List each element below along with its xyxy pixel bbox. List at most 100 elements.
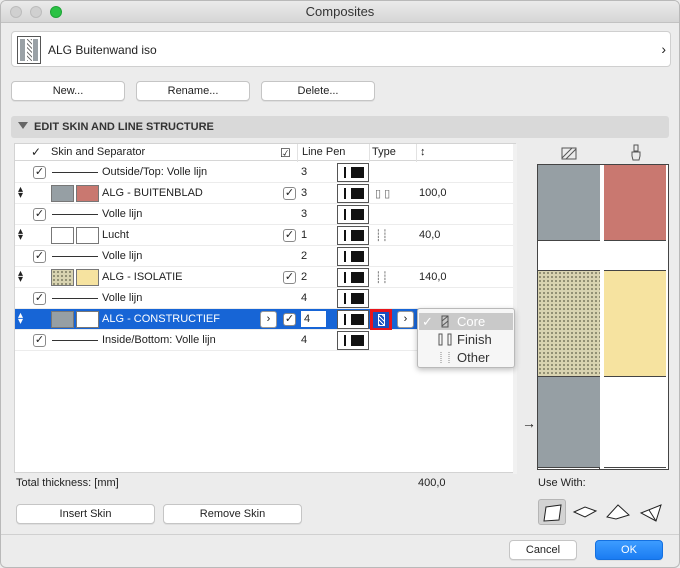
- line-pen-number[interactable]: 4: [301, 311, 327, 327]
- type-menu-button[interactable]: ›: [397, 311, 414, 328]
- fill-swatch[interactable]: [51, 311, 74, 328]
- skin-row[interactable]: ▴ ▾ ✓ 40,0 ┊┊ Lucht 1: [15, 225, 513, 246]
- insert-skin-button[interactable]: Insert Skin: [16, 504, 155, 524]
- close-window-button[interactable]: [10, 6, 22, 18]
- check-all-icon[interactable]: ✓: [31, 145, 41, 159]
- line-visible-checkbox[interactable]: ✓: [33, 334, 46, 347]
- line-type-swatch[interactable]: [337, 289, 369, 308]
- line-type-swatch[interactable]: [337, 163, 369, 182]
- other-icon[interactable]: ┊┊: [375, 229, 388, 242]
- minimize-window-button[interactable]: [30, 6, 42, 18]
- separator-row[interactable]: ✓ Volle lijn 4: [15, 288, 513, 309]
- skin-thickness[interactable]: 40,0: [419, 229, 440, 241]
- drag-handle-icon[interactable]: ▴ ▾: [18, 227, 23, 243]
- line-pen-number[interactable]: 2: [301, 250, 307, 262]
- line-type-swatch[interactable]: [337, 226, 369, 245]
- line-pen-number[interactable]: 3: [301, 208, 307, 220]
- separator-row[interactable]: ✓ Volle lijn 2: [15, 246, 513, 267]
- line-type-swatch[interactable]: [337, 184, 369, 203]
- type-option-finish[interactable]: Finish: [419, 331, 513, 348]
- skin-name: ALG - CONSTRUCTIEF: [102, 313, 220, 325]
- line-type-icon: [351, 167, 364, 178]
- line-pen-number[interactable]: 3: [301, 187, 307, 199]
- skin-structure-checkbox[interactable]: ✓: [283, 313, 296, 326]
- skin-structure-checkbox[interactable]: ✓: [283, 229, 296, 242]
- skin-type-core-button[interactable]: [370, 309, 392, 331]
- line-pen-number[interactable]: 4: [301, 292, 307, 304]
- finish-icon: [438, 333, 452, 346]
- ok-button[interactable]: OK: [595, 540, 663, 560]
- fill-swatch[interactable]: [51, 185, 74, 202]
- line-type-icon: [351, 314, 364, 325]
- line-visible-checkbox[interactable]: ✓: [33, 166, 46, 179]
- line-visible-checkbox[interactable]: ✓: [33, 208, 46, 221]
- skin-structure-checkbox[interactable]: ✓: [283, 271, 296, 284]
- fill-swatch[interactable]: [51, 227, 74, 244]
- line-type-swatch[interactable]: [337, 331, 369, 350]
- surface-swatch[interactable]: [76, 269, 99, 286]
- slab-tool-icon[interactable]: [571, 499, 599, 525]
- line-type-icon: [344, 272, 346, 283]
- skin-thickness[interactable]: 140,0: [419, 271, 447, 283]
- disclosure-triangle-icon[interactable]: [18, 122, 28, 129]
- cut-fill-segment: [538, 165, 600, 241]
- cancel-button[interactable]: Cancel: [509, 540, 577, 560]
- drag-handle-icon[interactable]: ▴ ▾: [18, 185, 23, 201]
- separator-row[interactable]: ✓ Outside/Top: Volle lijn 3: [15, 162, 513, 183]
- line-pen-number[interactable]: 1: [301, 229, 307, 241]
- separator-name: Volle lijn: [102, 208, 143, 220]
- wall-tool-icon[interactable]: [538, 499, 566, 525]
- line-type-swatch[interactable]: [337, 268, 369, 287]
- composite-selector[interactable]: ALG Buitenwand iso ›: [11, 31, 671, 67]
- type-option-other[interactable]: Other: [419, 349, 513, 366]
- separator-name: Volle lijn: [102, 250, 143, 262]
- line-pen-number[interactable]: 3: [301, 166, 307, 178]
- shell-tool-icon[interactable]: [637, 499, 665, 525]
- header-skin: Skin and Separator: [51, 146, 146, 158]
- line-visible-checkbox[interactable]: ✓: [33, 250, 46, 263]
- separator-line-icon: [52, 340, 98, 341]
- section-header[interactable]: EDIT SKIN AND LINE STRUCTURE: [11, 116, 669, 138]
- other-icon[interactable]: ┊┊: [375, 271, 388, 284]
- roof-tool-icon[interactable]: [604, 499, 632, 525]
- line-visible-checkbox[interactable]: ✓: [33, 292, 46, 305]
- skin-structure-checkbox[interactable]: ✓: [283, 187, 296, 200]
- new-button[interactable]: New...: [11, 81, 125, 101]
- line-type-swatch[interactable]: [337, 310, 369, 329]
- drag-handle-icon[interactable]: ▴ ▾: [18, 269, 23, 285]
- skin-row[interactable]: ▴ ▾ ✓ 140,0 ┊┊ ALG - ISOLATIE 2: [15, 267, 513, 288]
- line-type-swatch[interactable]: [337, 247, 369, 266]
- line-type-swatch[interactable]: [337, 205, 369, 224]
- cut-fill-segment: [538, 377, 600, 468]
- table-header: ✓ Skin and Separator ☑ Line Pen Type ↕: [15, 144, 513, 161]
- surface-swatch[interactable]: [76, 185, 99, 202]
- finish-icon[interactable]: ▯ ▯: [375, 187, 390, 200]
- separator-row[interactable]: ✓ Volle lijn 3: [15, 204, 513, 225]
- line-pen-number[interactable]: 4: [301, 334, 307, 346]
- separator-name: Volle lijn: [102, 292, 143, 304]
- delete-button[interactable]: Delete...: [261, 81, 375, 101]
- title-bar: Composites: [1, 1, 679, 23]
- type-option-label: Other: [457, 350, 490, 365]
- surface-swatch[interactable]: [76, 227, 99, 244]
- thickness-header-icon: ↕: [420, 146, 426, 158]
- surface-swatch[interactable]: [76, 311, 99, 328]
- cut-fill-segment: [538, 271, 600, 377]
- line-pen-number[interactable]: 2: [301, 271, 307, 283]
- type-option-label: Core: [457, 314, 486, 329]
- skin-thickness[interactable]: 100,0: [419, 187, 447, 199]
- separator-line-icon: [52, 214, 98, 215]
- remove-skin-button[interactable]: Remove Skin: [163, 504, 302, 524]
- fill-swatch[interactable]: [51, 269, 74, 286]
- line-type-icon: [351, 335, 364, 346]
- core-icon: [378, 314, 385, 326]
- drag-handle-icon[interactable]: ▴ ▾: [18, 311, 23, 327]
- line-type-icon: [344, 335, 346, 346]
- skin-details-button[interactable]: ›: [260, 311, 277, 328]
- zoom-window-button[interactable]: [50, 6, 62, 18]
- surface-column: [604, 165, 666, 469]
- rename-button[interactable]: Rename...: [136, 81, 250, 101]
- skin-name: Lucht: [102, 229, 129, 241]
- skin-row[interactable]: ▴ ▾ ✓ 100,0 ▯ ▯ ALG - BUITENBLAD 3: [15, 183, 513, 204]
- type-option-core[interactable]: ✓ Core: [419, 313, 513, 330]
